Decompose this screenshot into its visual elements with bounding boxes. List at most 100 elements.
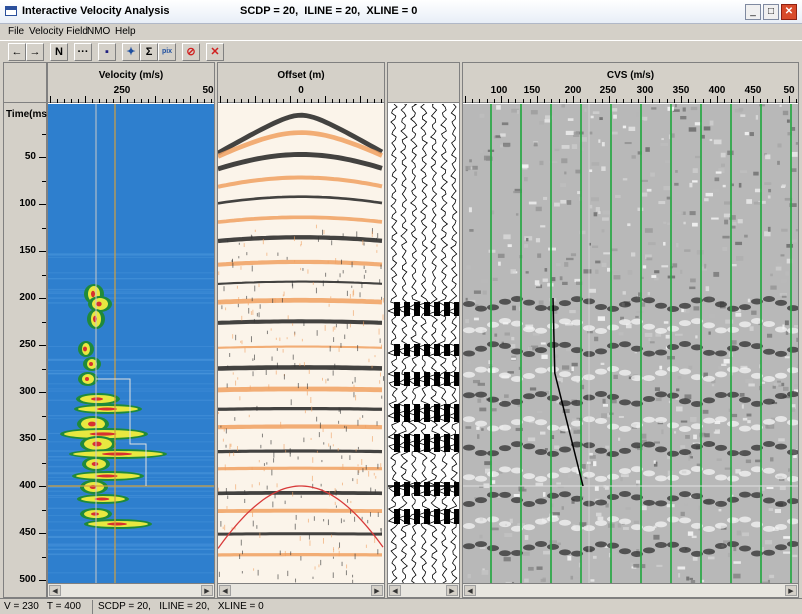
semblance-scrollbar[interactable]: ◀ ▶ (48, 583, 214, 597)
trace-fill (424, 509, 430, 524)
cvs-event (679, 320, 691, 327)
sum-button[interactable]: Σ (140, 43, 158, 61)
semblance-plot[interactable] (48, 104, 214, 583)
scroll-right-arrow[interactable]: ▶ (371, 585, 383, 596)
cvs-texture (495, 167, 503, 173)
cvs-texture (590, 579, 595, 582)
menu-nmo[interactable]: NMO (87, 26, 110, 37)
cvs-texture (465, 165, 471, 171)
stop-button[interactable]: ⊘ (182, 43, 200, 61)
cvs-texture (765, 154, 771, 160)
scroll-left-arrow[interactable]: ◀ (49, 585, 61, 596)
trace-plot[interactable] (388, 104, 459, 583)
dots-button[interactable]: ··· (74, 43, 92, 61)
gather-noise (271, 356, 273, 361)
gather-noise (378, 328, 380, 335)
gather-noise (334, 363, 336, 369)
gather-event (218, 319, 383, 325)
cvs-event (499, 424, 511, 431)
maximize-button[interactable]: □ (763, 4, 779, 20)
semblance-panel: Velocity (m/s) 250 50 ◀ ▶ (47, 62, 215, 598)
cvs-event (643, 416, 655, 423)
cvs-texture (598, 139, 601, 143)
gather-noise (330, 432, 332, 439)
cvs-event (559, 519, 571, 526)
cvs-image[interactable] (463, 104, 798, 583)
pix-button[interactable]: pix (158, 43, 176, 61)
menu-help[interactable]: Help (115, 26, 136, 37)
gather-noise (246, 252, 248, 256)
scroll-left-arrow[interactable]: ◀ (464, 585, 476, 596)
cvs-event (703, 417, 715, 424)
trace-fill (414, 509, 420, 524)
header-tick (702, 99, 704, 103)
scroll-right-arrow[interactable]: ▶ (446, 585, 458, 596)
gather-noise (283, 444, 285, 450)
header-tick (760, 99, 762, 103)
scroll-left-arrow[interactable]: ◀ (389, 585, 401, 596)
cvs-plot[interactable] (463, 104, 798, 583)
scroll-right-arrow[interactable]: ▶ (201, 585, 213, 596)
cvs-event (559, 549, 571, 556)
time-minor-tick (42, 322, 46, 323)
trace-image[interactable] (388, 104, 459, 583)
time-minor-tick (42, 557, 46, 558)
n-button[interactable]: N (50, 43, 68, 61)
cvs-texture (786, 119, 790, 123)
cvs-texture (783, 551, 791, 554)
cvs-texture (641, 192, 648, 197)
semblance-image[interactable] (48, 104, 214, 583)
cvs-texture (544, 268, 548, 272)
cvs-texture (795, 229, 798, 232)
cvs-tick-150: 150 (523, 85, 541, 96)
cvs-texture (494, 333, 498, 337)
gather-noise (382, 314, 384, 320)
prev-button[interactable]: ← (8, 43, 26, 61)
close-button[interactable]: ✕ (781, 4, 797, 20)
gather-noise (316, 450, 318, 453)
semblance-blob-peak (96, 301, 102, 307)
gather-noise (240, 266, 242, 270)
header-tick (681, 96, 682, 103)
scroll-right-arrow[interactable]: ▶ (785, 585, 797, 596)
gather-scrollbar[interactable]: ◀ ▶ (218, 583, 384, 597)
cvs-texture (650, 172, 655, 177)
cvs-texture (477, 434, 480, 439)
gather-noise (365, 464, 367, 470)
cvs-texture (791, 126, 796, 131)
semblance-blob-peak (102, 452, 132, 456)
cvs-scrollbar[interactable]: ◀ ▶ (463, 583, 798, 597)
delete-button[interactable]: ✕ (206, 43, 224, 61)
trace-fill (394, 372, 400, 386)
gather-noise (363, 242, 365, 246)
scroll-left-arrow[interactable]: ◀ (219, 585, 231, 596)
cvs-texture (683, 308, 690, 314)
cvs-texture (703, 126, 711, 131)
menu-velocity-field[interactable]: Velocity Field (29, 26, 88, 37)
gather-noise (338, 346, 340, 352)
gather-noise (334, 326, 336, 330)
cvs-event (487, 304, 499, 311)
cvs-event (487, 367, 499, 374)
gather-noise (307, 518, 309, 523)
cvs-texture (688, 456, 691, 461)
cvs-texture (740, 114, 746, 117)
menu-file[interactable]: File (8, 26, 24, 37)
cvs-texture (708, 331, 711, 335)
minimize-button[interactable]: _ (745, 4, 761, 20)
trace-scrollbar[interactable]: ◀ ▶ (388, 583, 459, 597)
gather-plot[interactable] (218, 104, 384, 583)
cvs-texture (684, 249, 691, 252)
gather-noise (252, 520, 254, 527)
save-button[interactable]: ▪ (98, 43, 116, 61)
cvs-event (463, 392, 475, 399)
pick-button[interactable]: ✦ (122, 43, 140, 61)
cvs-texture (511, 357, 516, 360)
cvs-event (643, 525, 655, 532)
header-tick (623, 99, 625, 103)
gather-image[interactable] (218, 104, 384, 583)
cvs-texture (645, 147, 650, 152)
next-button[interactable]: → (26, 43, 44, 61)
gather-noise (357, 470, 359, 475)
cvs-texture (587, 330, 593, 334)
